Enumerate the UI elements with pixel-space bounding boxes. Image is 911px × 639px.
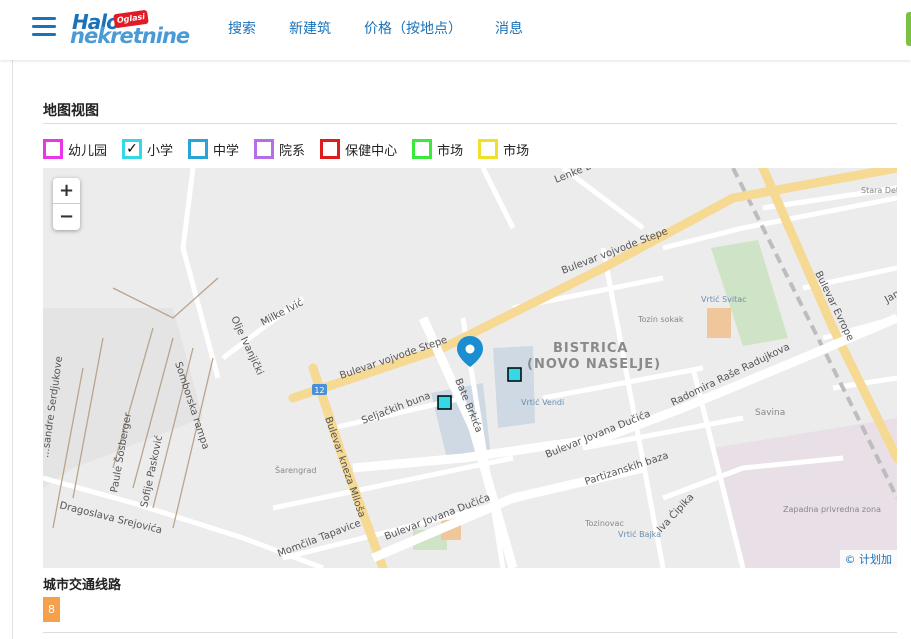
nav-new-construction[interactable]: 新建筑	[289, 18, 331, 38]
zoom-control: + −	[53, 178, 80, 230]
legend-market-yellow[interactable]: 市场	[478, 139, 529, 159]
area-label: Zapadna privredna zona	[783, 505, 881, 514]
place-label: Šarengrad	[275, 464, 316, 475]
legend-faculty[interactable]: 院系	[254, 139, 305, 159]
legend-health-center[interactable]: 保健中心	[320, 139, 397, 159]
nav-news[interactable]: 消息	[495, 18, 523, 38]
legend-market-green[interactable]: 市场	[412, 139, 463, 159]
kindergarten-label: Vrtić Bajka	[618, 529, 661, 539]
kindergarten-label: Vrtić Svitac	[701, 294, 747, 304]
logo-nekretnine: nekretnine	[70, 24, 190, 48]
left-divider	[12, 60, 13, 639]
legend-label: 幼儿园	[68, 143, 108, 159]
route-number: 12	[314, 386, 324, 395]
nav-prices-by-location[interactable]: 价格（按地点）	[364, 18, 462, 38]
account-tab-edge[interactable]	[906, 12, 911, 46]
legend-label: 院系	[279, 143, 306, 159]
neighborhood-label: BISTRICA	[553, 341, 628, 356]
map-view[interactable]: Bulevar vojvode Stepe Bulevar vojvode St…	[43, 168, 897, 568]
divider	[43, 632, 897, 633]
place-label: Tozin sokak	[637, 315, 684, 324]
top-navigation-bar: Halo Oglasi nekretnine 搜索 新建筑 价格（按地点） 消息	[0, 0, 911, 60]
map-attribution-link[interactable]: © 计划加	[839, 550, 897, 568]
legend-label: 保健中心	[345, 143, 398, 159]
legend-label: 市场	[503, 143, 530, 159]
legend-checkbox[interactable]	[43, 139, 63, 159]
map-section-title: 地图视图	[43, 103, 99, 119]
divider	[43, 123, 897, 124]
place-label: Savina	[755, 408, 785, 418]
legend-primary-school[interactable]: ✓ 小学	[122, 139, 173, 159]
legend-checkbox[interactable]	[478, 139, 499, 159]
school-marker[interactable]	[507, 367, 522, 382]
nav-search[interactable]: 搜索	[228, 18, 256, 38]
site-logo[interactable]: Halo Oglasi nekretnine	[70, 9, 202, 50]
zoom-out-button[interactable]: −	[53, 204, 80, 230]
transit-lines-title: 城市交通线路	[43, 578, 122, 593]
legend-kindergarten[interactable]: 幼儿园	[43, 139, 107, 159]
legend-checkbox[interactable]	[412, 139, 433, 159]
legend-label: 小学	[147, 143, 174, 159]
legend-label: 中学	[213, 143, 240, 159]
legend-checkbox[interactable]	[254, 139, 275, 159]
neighborhood-label: (NOVO NASELJE)	[527, 357, 661, 372]
place-label: Tozinovac	[584, 519, 624, 528]
school-label: Vrtić Vendi	[521, 397, 564, 407]
transit-line-badge[interactable]: 8	[43, 597, 60, 622]
school-marker[interactable]	[437, 395, 452, 410]
hamburger-menu-icon[interactable]	[32, 17, 56, 37]
legend-checkbox[interactable]	[188, 139, 209, 159]
legend-checkbox[interactable]	[320, 139, 341, 159]
area-label: Stara Detelinara	[861, 186, 897, 195]
legend-label: 市场	[437, 143, 464, 159]
kindergarten-building	[707, 308, 731, 338]
legend-checkbox[interactable]: ✓	[122, 139, 143, 159]
legend-high-school[interactable]: 中学	[188, 139, 239, 159]
map-canvas[interactable]: Bulevar vojvode Stepe Bulevar vojvode St…	[43, 168, 897, 568]
zoom-in-button[interactable]: +	[53, 178, 80, 204]
map-legend: 幼儿园 ✓ 小学 中学 院系 保健中心 市场 市场	[43, 138, 544, 160]
